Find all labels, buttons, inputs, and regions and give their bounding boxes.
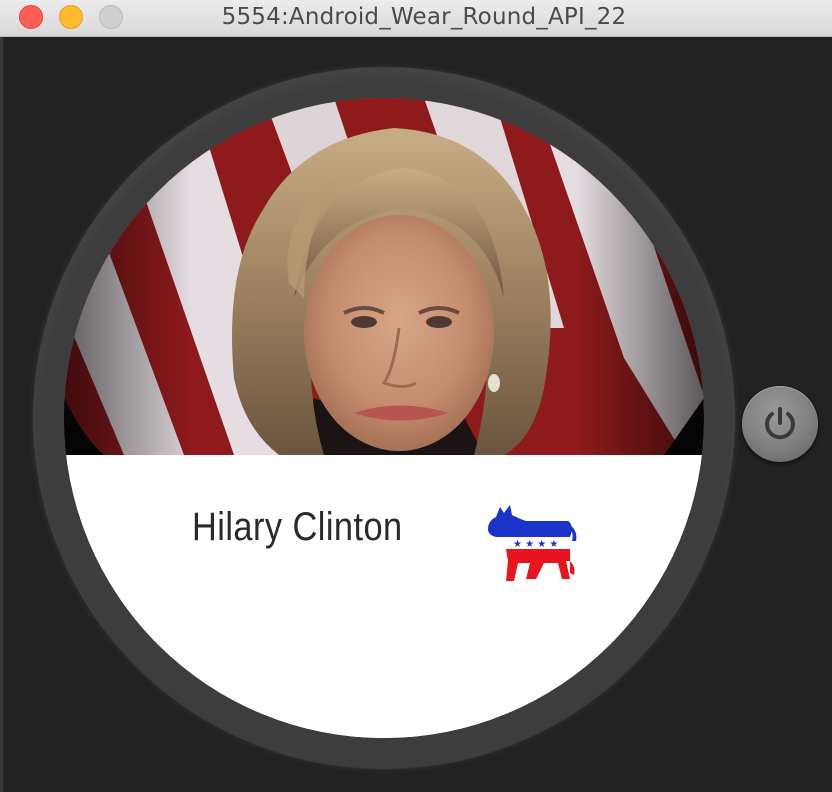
- window-title: 5554:Android_Wear_Round_API_22: [221, 4, 627, 30]
- emulator-window: 5554:Android_Wear_Round_API_22 Hilary Cl…: [0, 0, 832, 792]
- candidate-photo: [64, 98, 704, 455]
- candidate-name: Hilary Clinton: [192, 505, 403, 549]
- title-bar[interactable]: 5554:Android_Wear_Round_API_22: [0, 0, 832, 37]
- power-icon: [765, 407, 795, 440]
- democratic-donkey-icon: ★ ★ ★ ★: [486, 503, 578, 585]
- svg-text:★ ★ ★ ★: ★ ★ ★ ★: [513, 539, 558, 550]
- candidate-info-panel: Hilary Clinton ★ ★ ★ ★: [64, 455, 704, 738]
- power-button[interactable]: [742, 386, 818, 462]
- window-edge: [0, 37, 3, 792]
- watch-screen[interactable]: Hilary Clinton ★ ★ ★ ★: [64, 98, 704, 738]
